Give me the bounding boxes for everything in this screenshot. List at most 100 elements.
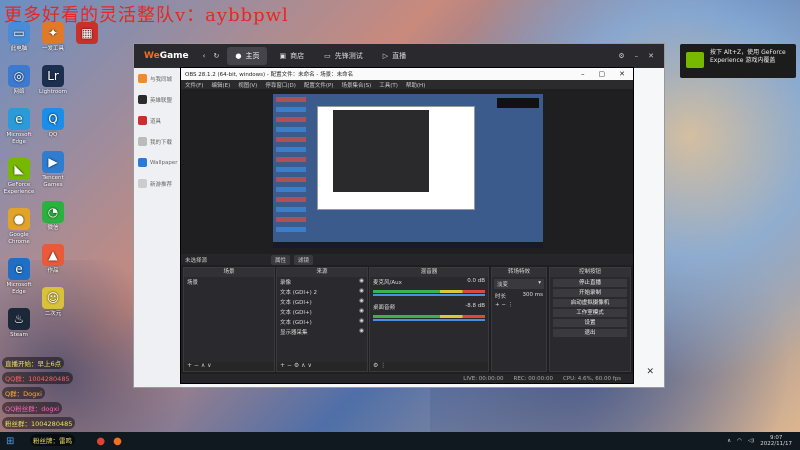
transition-toolbar[interactable]: + − ⋮ — [492, 301, 546, 309]
transition-select[interactable]: 淡变 ▾ — [494, 279, 544, 289]
desktop-icon[interactable]: e Microsoft Edge — [2, 108, 36, 146]
desktop-icon[interactable]: ▲ 作品 — [36, 244, 70, 275]
desktop-icon[interactable]: ◎ 网络 — [2, 65, 36, 96]
stop-streaming-button[interactable]: 停止直播 — [553, 279, 627, 287]
chevron-up-icon[interactable]: ∧ — [727, 438, 731, 444]
back-icon[interactable]: ‹ — [203, 52, 206, 60]
scene-item[interactable]: 场景 — [184, 277, 274, 287]
desktop-icon[interactable]: e Microsoft Edge — [2, 258, 36, 296]
source-item[interactable]: 显示器采集 ◉ — [277, 327, 367, 337]
overlay-line: Q群：Dogxi — [2, 387, 45, 399]
source-item[interactable]: 文本 (GDI+) ◉ — [277, 317, 367, 327]
overlay-line: QQ粉丝群：dogxi — [2, 402, 63, 414]
menu-item[interactable]: 场景集合(S) — [341, 81, 371, 89]
menu-item[interactable]: 配置文件(P) — [304, 81, 334, 89]
menu-item[interactable]: 编辑(E) — [211, 81, 230, 89]
avatar-icon: ☺ — [42, 287, 64, 309]
menu-item[interactable]: 文件(F) — [185, 81, 203, 89]
desktop-icon[interactable]: ♨ Steam — [2, 308, 36, 339]
sidebar-item[interactable]: 道具 — [134, 110, 182, 131]
clock[interactable]: 9:07 2022/11/17 — [760, 435, 792, 447]
wegame-titlebar: WeGame ‹ ↻ ● 主页 ▣ 商店 ▭ 先锋测试 ▷ 直播 ⚙ – ✕ — [134, 44, 664, 68]
desktop-icon[interactable]: Lr Lightroom — [36, 65, 70, 96]
filters-button[interactable]: 滤镜 — [294, 254, 314, 265]
sidebar-item[interactable]: 我的下载 — [134, 131, 182, 152]
live-icon: ▷ — [382, 52, 389, 60]
eye-icon: ◉ — [359, 328, 364, 334]
minimize-icon[interactable]: – — [635, 52, 639, 60]
virtual-camera-button[interactable]: 启动虚拟摄像机 — [553, 299, 627, 307]
scene-toolbar[interactable]: + − ∧ ∨ — [184, 362, 274, 371]
tab-home[interactable]: ● 主页 — [227, 47, 268, 65]
duration-field[interactable]: 时长 300 ms — [492, 291, 546, 301]
desktop-icon[interactable]: ▦ — [70, 22, 104, 44]
overlay-line: 直播开始：早上6点 — [2, 357, 65, 369]
network-icon[interactable]: ◠ — [737, 438, 742, 444]
wallpaper-icon — [138, 158, 147, 167]
obs-preview[interactable] — [273, 94, 543, 248]
desktop-icon[interactable]: ✦ 一发工具 — [36, 22, 70, 53]
volume-slider[interactable] — [373, 294, 485, 296]
chevron-down-icon: ▾ — [538, 280, 541, 286]
tab-live[interactable]: ▷ 直播 — [375, 47, 414, 65]
studio-mode-button[interactable]: 工作室模式 — [553, 309, 627, 317]
obs-menubar: 文件(F) 编辑(E) 视图(V) 停靠窗口(D) 配置文件(P) 场景集合(S… — [181, 80, 633, 89]
volume-icon[interactable]: ◁) — [748, 438, 754, 444]
sidebar-item[interactable]: 新游推荐 — [134, 173, 182, 194]
desktop-icon[interactable]: Q QQ — [36, 108, 70, 139]
exit-button[interactable]: 退出 — [553, 329, 627, 337]
audio-meter — [373, 315, 485, 318]
geforce-notification: 按下 Alt+Z，使用 GeForce Experience 游戏内覆盖 — [680, 44, 796, 78]
desktop-icon[interactable]: ◔ 微信 — [36, 201, 70, 232]
menu-item[interactable]: 帮助(H) — [406, 81, 425, 89]
menu-item[interactable]: 停靠窗口(D) — [265, 81, 296, 89]
source-item[interactable]: 文本 (GDI+) ◉ — [277, 297, 367, 307]
minimize-icon[interactable]: – — [581, 70, 585, 78]
mixer-toolbar[interactable]: ⚙ ⋮ — [370, 362, 488, 371]
tab-store[interactable]: ▣ 商店 — [271, 47, 312, 65]
desktop-icon[interactable]: ▶ Tencent Games — [36, 151, 70, 189]
item-icon — [138, 116, 147, 125]
menu-item[interactable]: 视图(V) — [238, 81, 257, 89]
obs-window: OBS 28.1.2 (64-bit, windows) - 配置文件：未命名 … — [180, 67, 634, 384]
taskbar-app-icon[interactable]: ● — [113, 436, 122, 447]
maximize-icon[interactable]: ▢ — [599, 70, 606, 78]
close-panel-icon[interactable]: ✕ — [646, 367, 654, 377]
geforce-icon: ◣ — [8, 158, 30, 180]
source-item[interactable]: 文本 (GDI+) ◉ — [277, 307, 367, 317]
close-icon[interactable]: ✕ — [648, 52, 654, 60]
source-item[interactable]: 录像 ◉ — [277, 277, 367, 287]
start-icon[interactable]: ⊞ — [6, 436, 14, 447]
desktop-icon[interactable]: ☺ 二次元 — [36, 287, 70, 318]
tab-beta[interactable]: ▭ 先锋测试 — [316, 47, 371, 65]
properties-button[interactable]: 属性 — [271, 254, 291, 265]
desktop-icon[interactable]: ▭ 此电脑 — [2, 22, 36, 53]
settings-button[interactable]: 设置 — [553, 319, 627, 327]
close-icon[interactable]: ✕ — [619, 70, 625, 78]
source-toolbar[interactable]: + − ⚙ ∧ ∨ — [277, 362, 367, 371]
menu-item[interactable]: 工具(T) — [379, 81, 398, 89]
start-recording-button[interactable]: 开始录制 — [553, 289, 627, 297]
volume-slider[interactable] — [373, 319, 485, 321]
mixer-channel: 麦克风/Aux 0.0 dB — [373, 278, 485, 286]
eye-icon: ◉ — [359, 278, 364, 284]
lol-icon — [138, 95, 147, 104]
computer-icon: ▭ — [8, 22, 30, 44]
scenes-dock: 场景 场景 + − ∧ ∨ — [183, 267, 275, 372]
preview-desktop-icons — [276, 97, 306, 237]
desktop-icon[interactable]: ◣ GeForce Experience — [2, 158, 36, 196]
refresh-icon[interactable]: ↻ — [213, 52, 219, 60]
games-icon: ▶ — [42, 151, 64, 173]
live-status: LIVE: 00:00:00 — [463, 375, 504, 382]
taskbar-app-icon[interactable]: ● — [96, 436, 105, 447]
source-item[interactable]: 文本 (GDI+) 2 ◉ — [277, 287, 367, 297]
desktop-icon[interactable]: ● Google Chrome — [2, 208, 36, 246]
audio-meter — [373, 290, 485, 293]
sidebar-item[interactable]: 英雄联盟 — [134, 89, 182, 110]
lightroom-icon: Lr — [42, 65, 64, 87]
qq-icon: Q — [42, 108, 64, 130]
sidebar-item[interactable]: Wallpaper — [134, 152, 182, 173]
wegame-sidebar: 与我同城 英雄联盟 道具 我的下载 Wallpaper 新游推荐 — [134, 68, 182, 387]
settings-icon[interactable]: ⚙ — [618, 52, 624, 60]
sidebar-item[interactable]: 与我同城 — [134, 68, 182, 89]
